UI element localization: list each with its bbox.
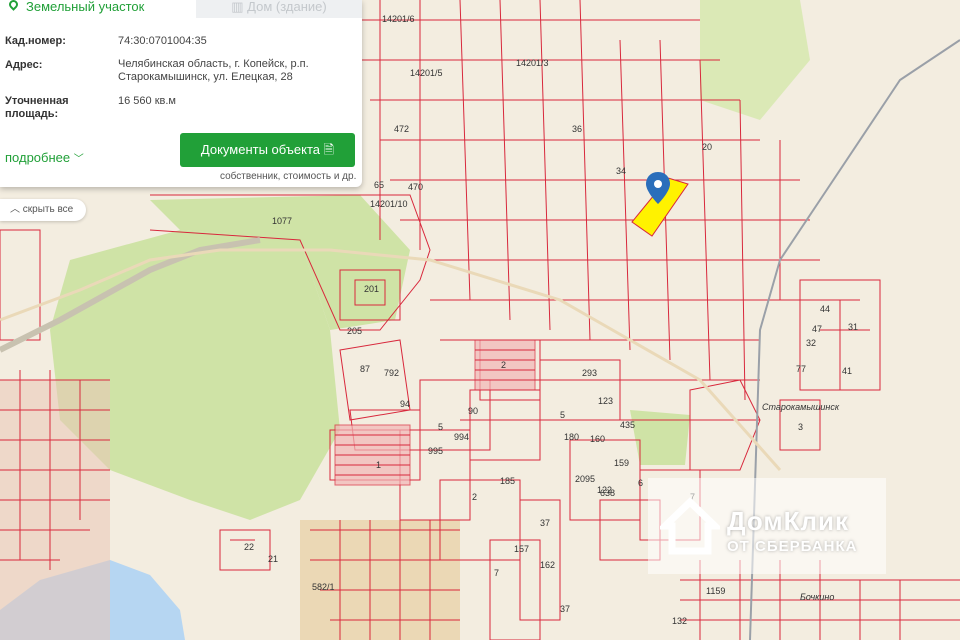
- chevron-down-icon: ﹀: [73, 154, 84, 165]
- document-icon: 🗎: [323, 142, 335, 157]
- area-label: Уточненная площадь:: [5, 95, 69, 120]
- parcel-label: 22: [244, 542, 254, 552]
- more-details-label: подробнее: [5, 150, 71, 165]
- parcel-label: 180: [564, 432, 579, 442]
- house-icon: ▥: [231, 0, 244, 14]
- parcel-label: 31: [848, 322, 858, 332]
- parcel-label: 94: [400, 399, 410, 409]
- hide-all-label: скрыть все: [22, 204, 74, 215]
- object-documents-label: Документы объекта: [200, 142, 321, 157]
- parcel-label: 7: [494, 568, 499, 578]
- parcel-label: 123: [598, 396, 613, 406]
- parcel-label: 2095: [575, 474, 595, 484]
- tab-land-plot[interactable]: Земельный участок: [0, 0, 196, 18]
- parcel-label: 162: [540, 560, 555, 570]
- parcel-label: 20: [702, 142, 712, 152]
- parcel-label: 6: [638, 478, 643, 488]
- parcel-label: 14201/6: [382, 14, 415, 24]
- parcel-label: 994: [454, 432, 469, 442]
- cadastral-number-value: 74:30:0701004:35: [118, 35, 207, 47]
- parcel-label: 5: [560, 410, 565, 420]
- parcel-label: 157: [514, 544, 529, 554]
- parcel-label: 2: [472, 492, 477, 502]
- cadastral-number-label: Кад.номер:: [5, 35, 66, 47]
- parcel-label: 159: [614, 458, 629, 468]
- domclick-watermark: ДомКлик ОТ СБЕРБАНКА: [648, 478, 886, 574]
- parcel-label: 14201/10: [370, 199, 408, 209]
- parcel-label: 77: [796, 364, 806, 374]
- hide-all-button[interactable]: ︿ скрыть все: [0, 199, 86, 221]
- parcel-label: 21: [268, 554, 278, 564]
- parcel-label: 90: [468, 406, 478, 416]
- parcel-label: 1077: [272, 216, 292, 226]
- parcel-label: 638: [600, 488, 615, 498]
- property-info-panel: Земельный участок ▥ Дом (здание) Кад.ном…: [0, 0, 362, 187]
- parcel-label: 87: [360, 364, 370, 374]
- documents-note: собственник, стоимость и др.: [220, 171, 357, 182]
- parcels-west: [0, 380, 110, 640]
- parcel-label: 36: [572, 124, 582, 134]
- parcel-label: 472: [394, 124, 409, 134]
- parcel-label: 37: [560, 604, 570, 614]
- place-label: Бочкино: [800, 592, 834, 602]
- more-details-link[interactable]: подробнее ﹀: [5, 150, 84, 165]
- parcel-label: 3: [798, 422, 803, 432]
- area-value: 16 560 кв.м: [118, 95, 176, 107]
- parcel-label: 1: [376, 460, 381, 470]
- parcel-label: 205: [347, 326, 362, 336]
- parcel-label: 2: [501, 360, 506, 370]
- house-logo-icon: [660, 497, 720, 555]
- parcel-label: 34: [616, 166, 626, 176]
- parcel-label: 132: [672, 616, 687, 626]
- industrial-block-1: [334, 424, 411, 486]
- tab-building[interactable]: ▥ Дом (здание): [196, 0, 362, 18]
- object-documents-button[interactable]: Документы объекта 🗎: [180, 133, 355, 167]
- parcel-label: 792: [384, 368, 399, 378]
- parcel-label: 47: [812, 324, 822, 334]
- green-square: [630, 410, 690, 465]
- logo-title: ДомКлик: [727, 506, 849, 536]
- parcel-label: 44: [820, 304, 830, 314]
- parcel-label: 1159: [706, 586, 725, 596]
- parcel-label: 41: [842, 366, 852, 376]
- tab-building-label: Дом (здание): [247, 0, 327, 14]
- parcel-label: 185: [500, 476, 515, 486]
- parcel-label: 293: [582, 368, 597, 378]
- parcel-label: 582/1: [312, 582, 335, 592]
- address-value: Челябинская область, г. Копейск, р.п. Ст…: [118, 58, 309, 83]
- parcel-label: 32: [806, 338, 816, 348]
- parcels-southwest: [300, 520, 460, 640]
- parcel-label: 435: [620, 420, 635, 430]
- logo-subtitle: ОТ СБЕРБАНКА: [727, 538, 858, 555]
- parcel-label: 470: [408, 182, 423, 192]
- chevron-up-icon: ︿: [10, 204, 20, 215]
- parcel-label: 14201/3: [516, 58, 549, 68]
- parcel-label: 995: [428, 446, 443, 456]
- tab-land-label: Земельный участок: [26, 0, 145, 14]
- parcel-label: 14201/5: [410, 68, 443, 78]
- address-label: Адрес:: [5, 59, 43, 71]
- parcel-label: 160: [590, 434, 605, 444]
- location-pin-icon: [7, 0, 20, 11]
- parcel-label: 5: [438, 422, 443, 432]
- parcel-label: 65: [374, 180, 384, 190]
- parcel-label: 37: [540, 518, 550, 528]
- parcel-label: 201: [364, 284, 379, 294]
- place-label: Старокамышинск: [762, 402, 840, 412]
